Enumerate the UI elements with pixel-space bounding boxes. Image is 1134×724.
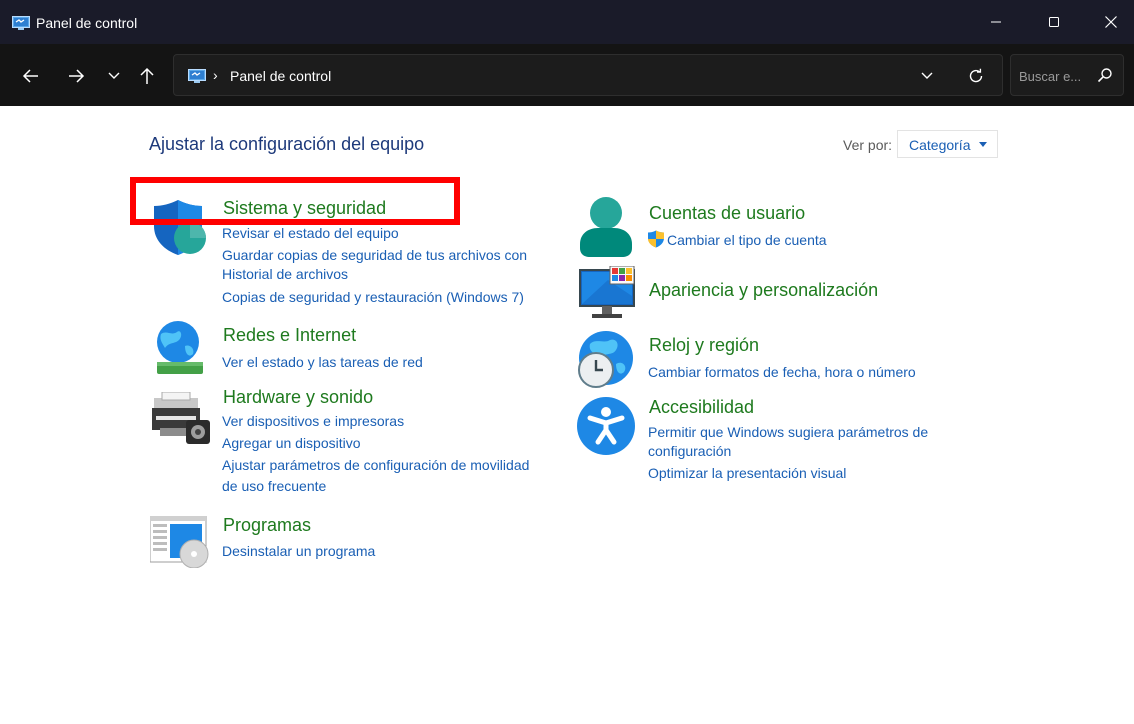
- link-cambiar-tipo-cuenta[interactable]: Cambiar el tipo de cuenta: [667, 231, 827, 249]
- printer-icon: [152, 392, 210, 444]
- caret-down-icon: [979, 142, 987, 147]
- close-icon: [1105, 16, 1117, 28]
- address-dropdown-button[interactable]: [916, 65, 938, 87]
- category-accesibilidad[interactable]: Accesibilidad: [649, 397, 754, 418]
- category-programas[interactable]: Programas: [223, 515, 311, 536]
- recent-locations-button[interactable]: [100, 62, 128, 90]
- chevron-down-icon: [921, 72, 933, 79]
- navigation-bar: › Panel de control: [0, 44, 1134, 106]
- minimize-icon: [991, 21, 1001, 23]
- link-desinstalar-programa[interactable]: Desinstalar un programa: [222, 542, 375, 560]
- maximize-button[interactable]: [1031, 0, 1077, 44]
- monitor-icon: [579, 266, 635, 318]
- refresh-icon: [969, 68, 983, 83]
- clock-globe-icon: [578, 331, 633, 388]
- link-uso-frecuente[interactable]: de uso frecuente: [222, 477, 326, 495]
- refresh-button[interactable]: [964, 64, 988, 88]
- search-icon[interactable]: [1097, 67, 1113, 83]
- highlight-annotation: [130, 177, 460, 225]
- page-title: Ajustar la configuración del equipo: [149, 134, 425, 154]
- close-button[interactable]: [1088, 0, 1134, 44]
- link-guardar-copias[interactable]: Guardar copias de seguridad de tus archi…: [222, 246, 527, 264]
- link-configuracion[interactable]: configuración: [648, 442, 731, 460]
- link-cambiar-formatos[interactable]: Cambiar formatos de fecha, hora o número: [648, 363, 916, 381]
- breadcrumb[interactable]: Panel de control: [230, 68, 331, 84]
- up-button[interactable]: [133, 62, 161, 90]
- link-permitir-sugerencias[interactable]: Permitir que Windows sugiera parámetros …: [648, 423, 928, 441]
- category-redes-internet[interactable]: Redes e Internet: [223, 325, 356, 346]
- category-reloj-region[interactable]: Reloj y región: [649, 335, 759, 356]
- control-panel-icon: [12, 16, 30, 30]
- forward-arrow-icon: [69, 69, 85, 83]
- breadcrumb-separator[interactable]: ›: [213, 67, 218, 83]
- up-arrow-icon: [140, 67, 154, 84]
- link-optimizar-presentacion[interactable]: Optimizar la presentación visual: [648, 464, 846, 482]
- view-by-value: Categoría: [909, 137, 971, 153]
- link-historial-archivos[interactable]: Historial de archivos: [222, 265, 348, 283]
- back-button[interactable]: [17, 62, 45, 90]
- link-revisar-estado[interactable]: Revisar el estado del equipo: [222, 224, 399, 242]
- back-arrow-icon: [22, 69, 38, 83]
- address-bar[interactable]: › Panel de control: [173, 54, 1003, 96]
- link-estado-red[interactable]: Ver el estado y las tareas de red: [222, 353, 423, 371]
- view-by-select[interactable]: Categoría: [897, 130, 998, 158]
- maximize-icon: [1049, 17, 1059, 27]
- view-by-label: Ver por:: [843, 137, 893, 153]
- programs-icon: [150, 516, 209, 568]
- search-box[interactable]: [1010, 54, 1124, 96]
- user-icon: [580, 197, 632, 257]
- minimize-button[interactable]: [973, 0, 1019, 44]
- search-input[interactable]: [1019, 66, 1091, 86]
- link-agregar-dispositivo[interactable]: Agregar un dispositivo: [222, 434, 361, 452]
- category-cuentas-usuario[interactable]: Cuentas de usuario: [649, 203, 805, 224]
- uac-shield-icon: [648, 230, 664, 248]
- category-apariencia-personalizacion[interactable]: Apariencia y personalización: [649, 280, 878, 301]
- forward-button[interactable]: [62, 62, 90, 90]
- recent-chevron-icon: [108, 72, 120, 79]
- link-dispositivos-impresoras[interactable]: Ver dispositivos e impresoras: [222, 412, 404, 430]
- category-hardware-sonido[interactable]: Hardware y sonido: [223, 387, 373, 408]
- accessibility-icon: [577, 397, 635, 455]
- globe-network-icon: [157, 321, 203, 374]
- control-panel-icon: [188, 69, 206, 83]
- link-ajustar-movilidad[interactable]: Ajustar parámetros de configuración de m…: [222, 456, 529, 474]
- link-copias-restauracion[interactable]: Copias de seguridad y restauración (Wind…: [222, 288, 524, 306]
- title-bar: Panel de control: [0, 0, 1134, 44]
- window-title: Panel de control: [36, 15, 138, 31]
